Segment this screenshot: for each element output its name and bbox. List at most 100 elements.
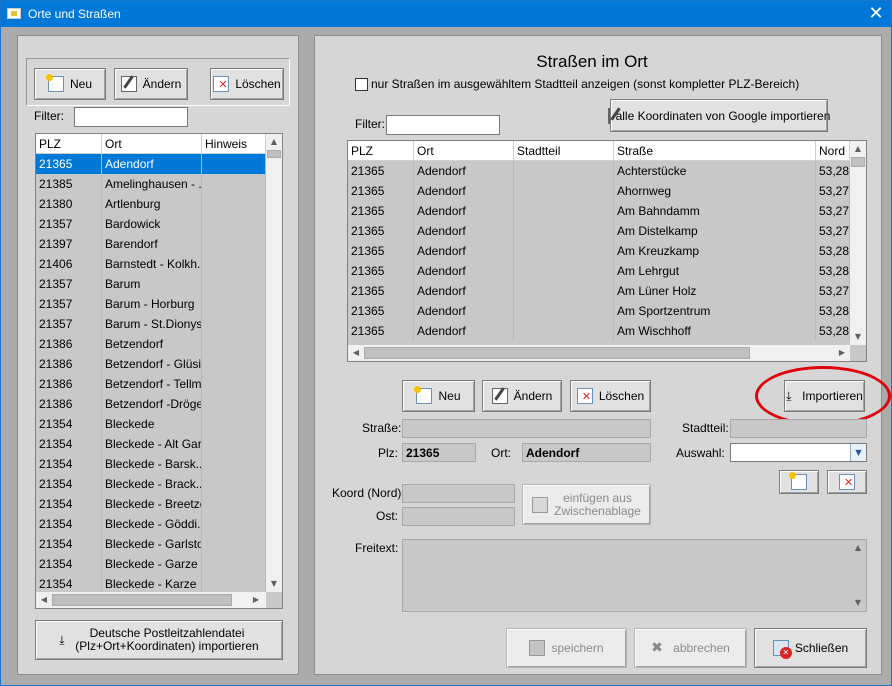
table-row[interactable]: 21357 Barum - Horburg <box>36 294 266 314</box>
orte-vertical-scrollbar[interactable]: ▲ ▼ <box>266 134 282 592</box>
table-row[interactable]: 21406 Barnstedt - Kolkh... <box>36 254 266 274</box>
table-row[interactable]: 21397 Barendorf <box>36 234 266 254</box>
paste-clipboard-button[interactable]: einfügen aus Zwischenablage <box>522 484 651 525</box>
table-row[interactable]: 21386 Betzendorf - Glüsi... <box>36 354 266 374</box>
right-filter-input[interactable] <box>386 115 500 135</box>
chevron-down-icon[interactable]: ▼ <box>850 444 866 461</box>
scroll-up-icon[interactable]: ▲ <box>850 540 866 556</box>
table-row[interactable]: 21354 Bleckede - Karze <box>36 574 266 594</box>
table-cell: 21386 <box>36 334 102 354</box>
stadtteil-new-button[interactable] <box>779 470 819 494</box>
plz-label: Plz: <box>378 446 399 460</box>
table-row[interactable]: 21354 Bleckede - Alt Gar... <box>36 434 266 454</box>
table-cell <box>514 321 614 341</box>
scroll-right-icon[interactable]: ▶ <box>248 592 264 608</box>
scroll-left-icon[interactable]: ◀ <box>36 592 52 608</box>
table-row[interactable]: 21380 Artlenburg <box>36 194 266 214</box>
table-row[interactable]: 21386Betzendorf -Dröge... <box>36 394 266 414</box>
orte-horizontal-scrollbar[interactable]: ◀ ▶ <box>36 592 266 608</box>
cancel-button[interactable]: ✖ abbrechen <box>634 628 747 668</box>
left-delete-button[interactable]: Löschen <box>210 68 284 100</box>
close-button[interactable]: ✕ Schließen <box>754 628 867 668</box>
table-row[interactable]: 21354 Bleckede - Brack... <box>36 474 266 494</box>
table-row[interactable]: 21357 Barum - St.Dionys <box>36 314 266 334</box>
col-nord[interactable]: Nord <box>816 141 850 161</box>
col-ort[interactable]: Ort <box>414 141 514 161</box>
table-row[interactable]: 21354 Bleckede - Garlstorf <box>36 534 266 554</box>
table-row[interactable]: 21354 Bleckede - Göddi... <box>36 514 266 534</box>
scroll-down-icon[interactable]: ▼ <box>850 329 866 345</box>
col-plz[interactable]: PLZ <box>36 134 102 154</box>
table-row[interactable]: 21365 Adendorf Am Lüner Holz 53,27 <box>348 281 850 301</box>
close-icon[interactable]: ✕ <box>861 1 891 27</box>
strasse-field[interactable] <box>402 419 651 438</box>
ost-field[interactable] <box>402 507 515 526</box>
strassen-horizontal-scrollbar[interactable]: ◀ ▶ <box>348 345 850 361</box>
table-row[interactable]: 21354 Bleckede - Barsk... <box>36 454 266 474</box>
new-icon <box>789 472 807 490</box>
left-edit-button[interactable]: Ändern <box>114 68 188 100</box>
table-row[interactable]: 21354 Bleckede - Breetze <box>36 494 266 514</box>
right-panel: Straßen im Ort nur Straßen im ausgewählt… <box>314 35 891 675</box>
stadtteil-field[interactable] <box>730 419 867 438</box>
col-stadtteil[interactable]: Stadtteil <box>514 141 614 161</box>
table-row[interactable]: 21365 Adendorf Am Wischhoff 53,28 <box>348 321 850 341</box>
scroll-left-icon[interactable]: ◀ <box>348 345 364 361</box>
table-row[interactable]: 21354 Bleckede <box>36 414 266 434</box>
table-row[interactable]: 21365 Adendorf Am Bahndamm 53,27 <box>348 201 850 221</box>
table-row[interactable]: 21386 Betzendorf - Tellmer <box>36 374 266 394</box>
scroll-thumb[interactable] <box>267 150 281 158</box>
hscroll-thumb[interactable] <box>364 347 750 359</box>
plz-field[interactable]: 21365 <box>402 443 476 462</box>
scroll-up-icon[interactable]: ▲ <box>266 134 282 150</box>
table-row[interactable]: 21357 Bardowick <box>36 214 266 234</box>
scroll-down-icon[interactable]: ▼ <box>266 576 282 592</box>
table-cell: Adendorf <box>414 201 514 221</box>
google-import-button[interactable]: alle Koordinaten von Google importieren <box>607 99 830 132</box>
table-row[interactable]: 21385 Amelinghausen - ... <box>36 174 266 194</box>
table-cell <box>202 234 266 254</box>
col-strasse[interactable]: Straße <box>614 141 816 161</box>
table-cell: Am Lehrgut <box>614 261 816 281</box>
table-row[interactable]: 21365 Adendorf Am Distelkamp 53,27 <box>348 221 850 241</box>
scroll-thumb[interactable] <box>851 157 865 167</box>
delete-icon <box>576 388 593 404</box>
strassen-table[interactable]: PLZ Ort Stadtteil Straße Nord 21365 Adend… <box>347 140 867 362</box>
table-cell: 21357 <box>36 294 102 314</box>
table-row[interactable]: 21365 Adendorf Am Kreuzkamp 53,28 <box>348 241 850 261</box>
table-row[interactable]: 21365 Adendorf Achterstücke 53,28 <box>348 161 850 181</box>
ort-field[interactable]: Adendorf <box>522 443 651 462</box>
stadtteil-checkbox[interactable] <box>355 78 368 91</box>
koord-nord-field[interactable] <box>402 484 515 503</box>
col-hinweis[interactable]: Hinweis <box>202 134 266 154</box>
table-row[interactable]: 21365 Adendorf Am Sportzentrum 53,28 <box>348 301 850 321</box>
stadtteil-label: Stadtteil: <box>682 421 729 435</box>
table-row[interactable]: 21365 Adendorf Am Lehrgut 53,28 <box>348 261 850 281</box>
stadtteil-delete-button[interactable] <box>827 470 867 494</box>
table-cell <box>202 154 266 174</box>
save-button[interactable]: speichern <box>506 628 627 668</box>
strassen-vertical-scrollbar[interactable]: ▲ ▼ <box>850 141 866 345</box>
table-cell <box>202 174 266 194</box>
table-row[interactable]: 21365 Adendorf <box>36 154 266 174</box>
right-new-button[interactable]: Neu <box>402 380 475 412</box>
import-postleitzahlen-button[interactable]: ⤓ Deutsche Postleitzahlendatei (Plz+Ort+… <box>35 620 283 660</box>
orte-table[interactable]: PLZ Ort Hinweis 21365 Adendorf 21385 Amelin… <box>35 133 283 609</box>
scroll-up-icon[interactable]: ▲ <box>850 141 866 157</box>
col-ort[interactable]: Ort <box>102 134 202 154</box>
scroll-down-icon[interactable]: ▼ <box>850 595 866 611</box>
col-plz[interactable]: PLZ <box>348 141 414 161</box>
left-filter-input[interactable] <box>74 107 188 127</box>
table-cell <box>514 161 614 181</box>
table-row[interactable]: 21386 Betzendorf <box>36 334 266 354</box>
auswahl-select[interactable]: ▼ <box>730 443 867 462</box>
freitext-textarea[interactable]: ▲ ▼ <box>402 539 867 612</box>
right-edit-button[interactable]: Ändern <box>482 380 562 412</box>
scroll-right-icon[interactable]: ▶ <box>834 345 850 361</box>
table-row[interactable]: 21354 Bleckede - Garze <box>36 554 266 574</box>
hscroll-thumb[interactable] <box>52 594 232 606</box>
right-delete-button[interactable]: Löschen <box>570 380 651 412</box>
table-row[interactable]: 21357 Barum <box>36 274 266 294</box>
table-row[interactable]: 21365 Adendorf Ahornweg 53,27 <box>348 181 850 201</box>
left-new-button[interactable]: Neu <box>34 68 106 100</box>
